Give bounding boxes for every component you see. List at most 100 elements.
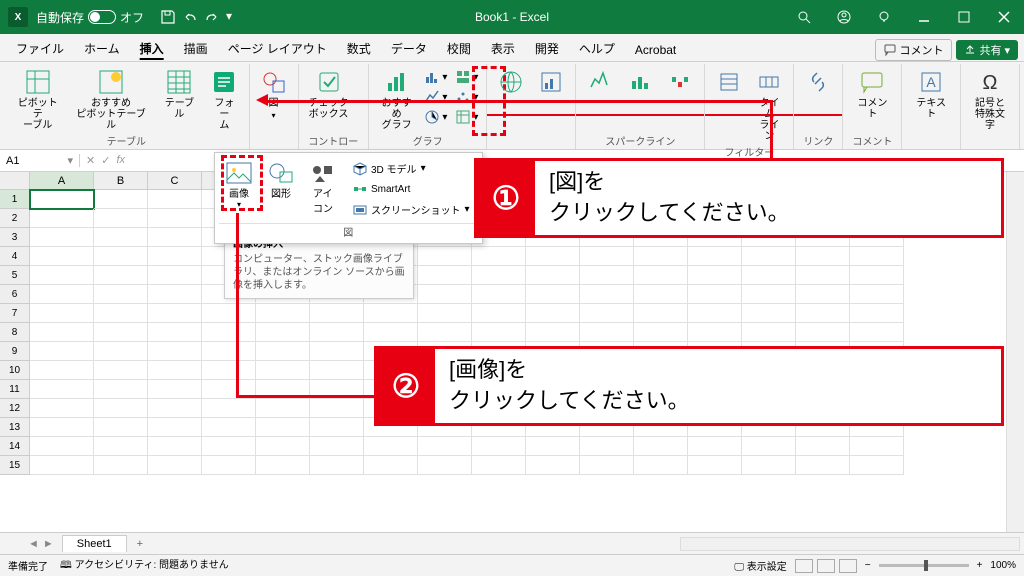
cell-B8[interactable] (94, 323, 148, 342)
cell-E9[interactable] (256, 342, 310, 361)
chart-line-icon[interactable]: ▾ (422, 88, 449, 106)
view-pagebreak-icon[interactable] (839, 559, 857, 573)
cell-O14[interactable] (796, 437, 850, 456)
insert-image-button[interactable]: 画像▾ (219, 157, 259, 221)
cell-C5[interactable] (148, 266, 202, 285)
minimize-button[interactable] (904, 0, 944, 34)
search-icon[interactable] (784, 0, 824, 34)
row-header-9[interactable]: 9 (0, 342, 29, 361)
zoom-level[interactable]: 100% (990, 560, 1016, 571)
cell-P4[interactable] (850, 247, 904, 266)
insert-icons-button[interactable]: アイコン (303, 157, 343, 221)
chart-map-icon[interactable]: ▾ (453, 108, 480, 126)
cell-G15[interactable] (364, 456, 418, 475)
cell-L4[interactable] (634, 247, 688, 266)
col-header-A[interactable]: A (30, 172, 94, 189)
cell-O6[interactable] (796, 285, 850, 304)
row-header-15[interactable]: 15 (0, 456, 29, 475)
redo-icon[interactable] (204, 9, 220, 25)
undo-icon[interactable] (182, 9, 198, 25)
cell-N14[interactable] (742, 437, 796, 456)
cell-L8[interactable] (634, 323, 688, 342)
cell-F8[interactable] (310, 323, 364, 342)
chart-hier-icon[interactable]: ▾ (453, 68, 480, 86)
slicer-button[interactable] (711, 66, 747, 98)
cell-J15[interactable] (526, 456, 580, 475)
cell-G7[interactable] (364, 304, 418, 323)
cell-A9[interactable] (30, 342, 94, 361)
row-header-8[interactable]: 8 (0, 323, 29, 342)
fx-icon[interactable]: fx (116, 154, 125, 167)
cell-E8[interactable] (256, 323, 310, 342)
cell-C2[interactable] (148, 209, 202, 228)
tab-file[interactable]: ファイル (6, 35, 74, 61)
cell-N15[interactable] (742, 456, 796, 475)
cell-M8[interactable] (688, 323, 742, 342)
cell-L7[interactable] (634, 304, 688, 323)
cell-E15[interactable] (256, 456, 310, 475)
cell-B4[interactable] (94, 247, 148, 266)
tab-draw[interactable]: 描画 (174, 35, 218, 61)
pivot-chart-button[interactable] (533, 66, 569, 98)
cell-O5[interactable] (796, 266, 850, 285)
cell-B14[interactable] (94, 437, 148, 456)
cell-B15[interactable] (94, 456, 148, 475)
cell-K5[interactable] (580, 266, 634, 285)
cell-C12[interactable] (148, 399, 202, 418)
cell-A15[interactable] (30, 456, 94, 475)
cell-K7[interactable] (580, 304, 634, 323)
cell-C3[interactable] (148, 228, 202, 247)
cell-A12[interactable] (30, 399, 94, 418)
cell-M6[interactable] (688, 285, 742, 304)
account-icon[interactable] (824, 0, 864, 34)
cell-K14[interactable] (580, 437, 634, 456)
cell-A13[interactable] (30, 418, 94, 437)
tab-formulas[interactable]: 数式 (337, 35, 381, 61)
sheet-nav[interactable]: ◄► (20, 538, 62, 550)
cell-F13[interactable] (310, 418, 364, 437)
row-headers[interactable]: 123456789101112131415 (0, 190, 30, 475)
cell-A11[interactable] (30, 380, 94, 399)
sheet-tab-sheet1[interactable]: Sheet1 (62, 535, 127, 552)
cell-P14[interactable] (850, 437, 904, 456)
tab-view[interactable]: 表示 (481, 35, 525, 61)
cell-O15[interactable] (796, 456, 850, 475)
cell-L15[interactable] (634, 456, 688, 475)
cell-F15[interactable] (310, 456, 364, 475)
cell-N5[interactable] (742, 266, 796, 285)
cell-D10[interactable] (202, 361, 256, 380)
text-button[interactable]: Aテキスト (908, 66, 954, 122)
cell-F10[interactable] (310, 361, 364, 380)
cell-M15[interactable] (688, 456, 742, 475)
cell-B3[interactable] (94, 228, 148, 247)
cell-B2[interactable] (94, 209, 148, 228)
cell-I15[interactable] (472, 456, 526, 475)
col-header-B[interactable]: B (94, 172, 148, 189)
cell-P7[interactable] (850, 304, 904, 323)
cell-B9[interactable] (94, 342, 148, 361)
comment-button[interactable]: コメント (875, 39, 952, 61)
cell-B10[interactable] (94, 361, 148, 380)
chart-bar-icon[interactable]: ▾ (422, 68, 449, 86)
row-header-2[interactable]: 2 (0, 209, 29, 228)
row-header-1[interactable]: 1 (0, 190, 29, 209)
cell-A1[interactable] (30, 190, 94, 209)
cell-C4[interactable] (148, 247, 202, 266)
cell-J6[interactable] (526, 285, 580, 304)
chart-pie-icon[interactable]: ▾ (422, 108, 449, 126)
cell-H8[interactable] (418, 323, 472, 342)
cell-P8[interactable] (850, 323, 904, 342)
zoom-out-button[interactable]: − (865, 560, 871, 571)
cell-O8[interactable] (796, 323, 850, 342)
tab-home[interactable]: ホーム (74, 35, 130, 61)
close-button[interactable] (984, 0, 1024, 34)
view-normal-icon[interactable] (795, 559, 813, 573)
map-chart-button[interactable] (493, 66, 529, 98)
cell-I5[interactable] (472, 266, 526, 285)
row-header-3[interactable]: 3 (0, 228, 29, 247)
enter-icon[interactable]: ✓ (101, 154, 110, 167)
autosave-toggle[interactable]: 自動保存 オフ (36, 9, 144, 26)
cancel-icon[interactable]: ✕ (86, 154, 95, 167)
sparkline-col-button[interactable] (622, 66, 658, 98)
cell-D7[interactable] (202, 304, 256, 323)
